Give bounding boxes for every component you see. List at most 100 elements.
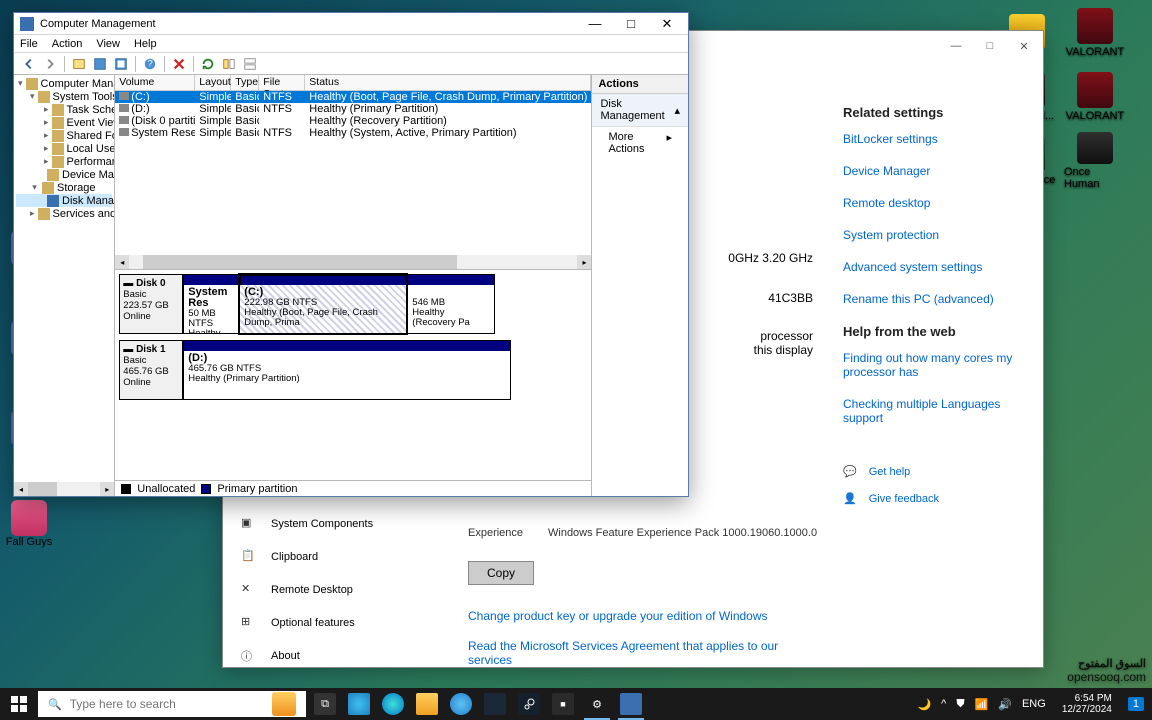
col-volume[interactable]: Volume — [115, 75, 195, 90]
disk-partition[interactable]: (C:)222.98 GB NTFSHealthy (Boot, Page Fi… — [239, 274, 407, 334]
cm-titlebar[interactable]: Computer Management — □ ✕ — [14, 13, 688, 35]
tree-hscrollbar[interactable]: ◂▸ — [14, 482, 114, 496]
col-status[interactable]: Status — [305, 75, 591, 90]
delete-button[interactable] — [170, 55, 188, 73]
maximize-button[interactable]: □ — [973, 34, 1007, 58]
tree-item[interactable]: ▸Local Users and Groups — [16, 142, 112, 155]
device-manager-link[interactable]: Device Manager — [843, 164, 1023, 178]
start-button[interactable] — [0, 688, 38, 720]
expand-icon[interactable]: ▾ — [30, 91, 35, 102]
expand-icon[interactable]: ▾ — [30, 182, 39, 193]
bitlocker-link[interactable]: BitLocker settings — [843, 132, 1023, 146]
minimize-button[interactable]: — — [939, 34, 973, 58]
volume-hscrollbar[interactable]: ◂▸ — [115, 255, 591, 269]
disk-info[interactable]: ▬ Disk 0Basic223.57 GBOnline — [119, 274, 183, 334]
volume-row[interactable]: (Disk 0 partition 3)SimpleBasicHealthy (… — [115, 115, 591, 127]
nav-about[interactable]: ⓘAbout — [223, 639, 448, 672]
nav-remote-desktop[interactable]: ✕Remote Desktop — [223, 573, 448, 606]
taskbar-edge[interactable] — [376, 688, 410, 720]
disk-partition[interactable]: (D:)465.76 GB NTFSHealthy (Primary Parti… — [183, 340, 511, 400]
weather-icon[interactable]: 🌙 — [917, 698, 931, 711]
desktop-icon-oncehuman[interactable]: Once Human — [1064, 132, 1126, 190]
expand-icon[interactable]: ▸ — [44, 156, 49, 167]
helpweb-lang-link[interactable]: Checking multiple Languages support — [843, 397, 1023, 425]
rename-pc-link[interactable]: Rename this PC (advanced) — [843, 292, 1023, 306]
back-button[interactable] — [20, 55, 38, 73]
disk-partition[interactable]: 546 MBHealthy (Recovery Pa — [407, 274, 495, 334]
get-help[interactable]: 💬Get help — [843, 465, 1023, 478]
minimize-button[interactable]: — — [580, 14, 610, 34]
expand-icon[interactable]: ▸ — [44, 117, 49, 128]
tree-item[interactable]: ▸Event Viewer — [16, 116, 112, 129]
taskbar-app[interactable] — [444, 688, 478, 720]
copy-button[interactable]: Copy — [468, 561, 534, 585]
nav-optional-features[interactable]: ⊞Optional features — [223, 606, 448, 639]
expand-icon[interactable]: ▸ — [44, 143, 49, 154]
desktop-icon-valorant[interactable]: VALORANT — [1064, 4, 1126, 62]
maximize-button[interactable]: □ — [616, 14, 646, 34]
volume-row[interactable]: System ReservedSimpleBasicNTFSHealthy (S… — [115, 127, 591, 139]
expand-icon[interactable]: ▸ — [44, 130, 49, 141]
notification-button[interactable]: 1 — [1128, 697, 1144, 711]
refresh-button[interactable] — [199, 55, 217, 73]
nav-clipboard[interactable]: 📋Clipboard — [223, 540, 448, 573]
taskbar-app[interactable] — [342, 688, 376, 720]
tree-item[interactable]: ▾Computer Management (Local — [16, 77, 112, 90]
taskbar-app[interactable]: ■ — [546, 688, 580, 720]
menu-help[interactable]: Help — [134, 38, 157, 50]
tree-item[interactable]: ▾System Tools — [16, 90, 112, 103]
helpweb-cores-link[interactable]: Finding out how many cores my processor … — [843, 351, 1023, 379]
disk-info[interactable]: ▬ Disk 1Basic465.76 GBOnline — [119, 340, 183, 400]
services-agreement-link[interactable]: Read the Microsoft Services Agreement th… — [468, 639, 823, 667]
tree-item[interactable]: ▸Performance — [16, 155, 112, 168]
toolbar-button[interactable] — [112, 55, 130, 73]
task-view-button[interactable]: ⧉ — [308, 688, 342, 720]
expand-icon[interactable]: ▸ — [44, 104, 49, 115]
desktop-icon-valorant2[interactable]: VALORANT — [1064, 68, 1126, 126]
language-indicator[interactable]: ENG — [1022, 698, 1046, 710]
close-button[interactable]: ✕ — [652, 14, 682, 34]
nav-system-components[interactable]: ▣System Components — [223, 507, 448, 540]
taskbar-explorer[interactable] — [410, 688, 444, 720]
expand-icon[interactable]: ▸ — [30, 208, 35, 219]
tree-item[interactable]: Disk Management — [16, 194, 112, 207]
disk-partition[interactable]: System Res50 MB NTFSHealthy (Sys — [183, 274, 239, 334]
toolbar-button[interactable] — [241, 55, 259, 73]
tree-item[interactable]: ▾Storage — [16, 181, 112, 194]
taskbar-steam[interactable] — [512, 688, 546, 720]
system-protection-link[interactable]: System protection — [843, 228, 1023, 242]
taskbar-settings[interactable]: ⚙ — [580, 688, 614, 720]
expand-icon[interactable]: ▾ — [18, 78, 23, 89]
tree-item[interactable]: ▸Services and Applications — [16, 207, 112, 220]
advanced-settings-link[interactable]: Advanced system settings — [843, 260, 1023, 274]
taskbar-computer-management[interactable] — [614, 688, 648, 720]
help-button[interactable]: ? — [141, 55, 159, 73]
tree-item[interactable]: ▸Task Scheduler — [16, 103, 112, 116]
actions-disk-management[interactable]: Disk Management▴ — [592, 94, 688, 127]
actions-more[interactable]: More Actions▸ — [592, 127, 688, 159]
search-input[interactable] — [70, 697, 264, 711]
tray-chevron[interactable]: ^ — [941, 698, 946, 710]
tree-item[interactable]: ▸Shared Folders — [16, 129, 112, 142]
col-filesystem[interactable]: File System — [259, 75, 305, 90]
toolbar-button[interactable] — [70, 55, 88, 73]
close-button[interactable]: ✕ — [1007, 34, 1041, 58]
volume-row[interactable]: (C:)SimpleBasicNTFSHealthy (Boot, Page F… — [115, 91, 591, 103]
toolbar-button[interactable] — [91, 55, 109, 73]
col-type[interactable]: Type — [231, 75, 259, 90]
menu-file[interactable]: File — [20, 38, 38, 50]
taskbar-app[interactable] — [478, 688, 512, 720]
menu-view[interactable]: View — [96, 38, 120, 50]
col-layout[interactable]: Layout — [195, 75, 231, 90]
desktop-icon-fallguys[interactable]: Fall Guys — [4, 500, 54, 550]
taskbar-clock[interactable]: 6:54 PM 12/27/2024 — [1056, 693, 1118, 715]
taskbar-search[interactable]: 🔍 — [38, 691, 306, 717]
menu-action[interactable]: Action — [52, 38, 83, 50]
give-feedback[interactable]: 👤Give feedback — [843, 492, 1023, 505]
remote-desktop-link[interactable]: Remote desktop — [843, 196, 1023, 210]
product-key-link[interactable]: Change product key or upgrade your editi… — [468, 609, 823, 623]
forward-button[interactable] — [41, 55, 59, 73]
tray-icon[interactable]: ⛊ — [956, 698, 964, 711]
wifi-icon[interactable]: 📶 — [975, 698, 989, 711]
volume-icon[interactable]: 🔊 — [998, 698, 1012, 711]
